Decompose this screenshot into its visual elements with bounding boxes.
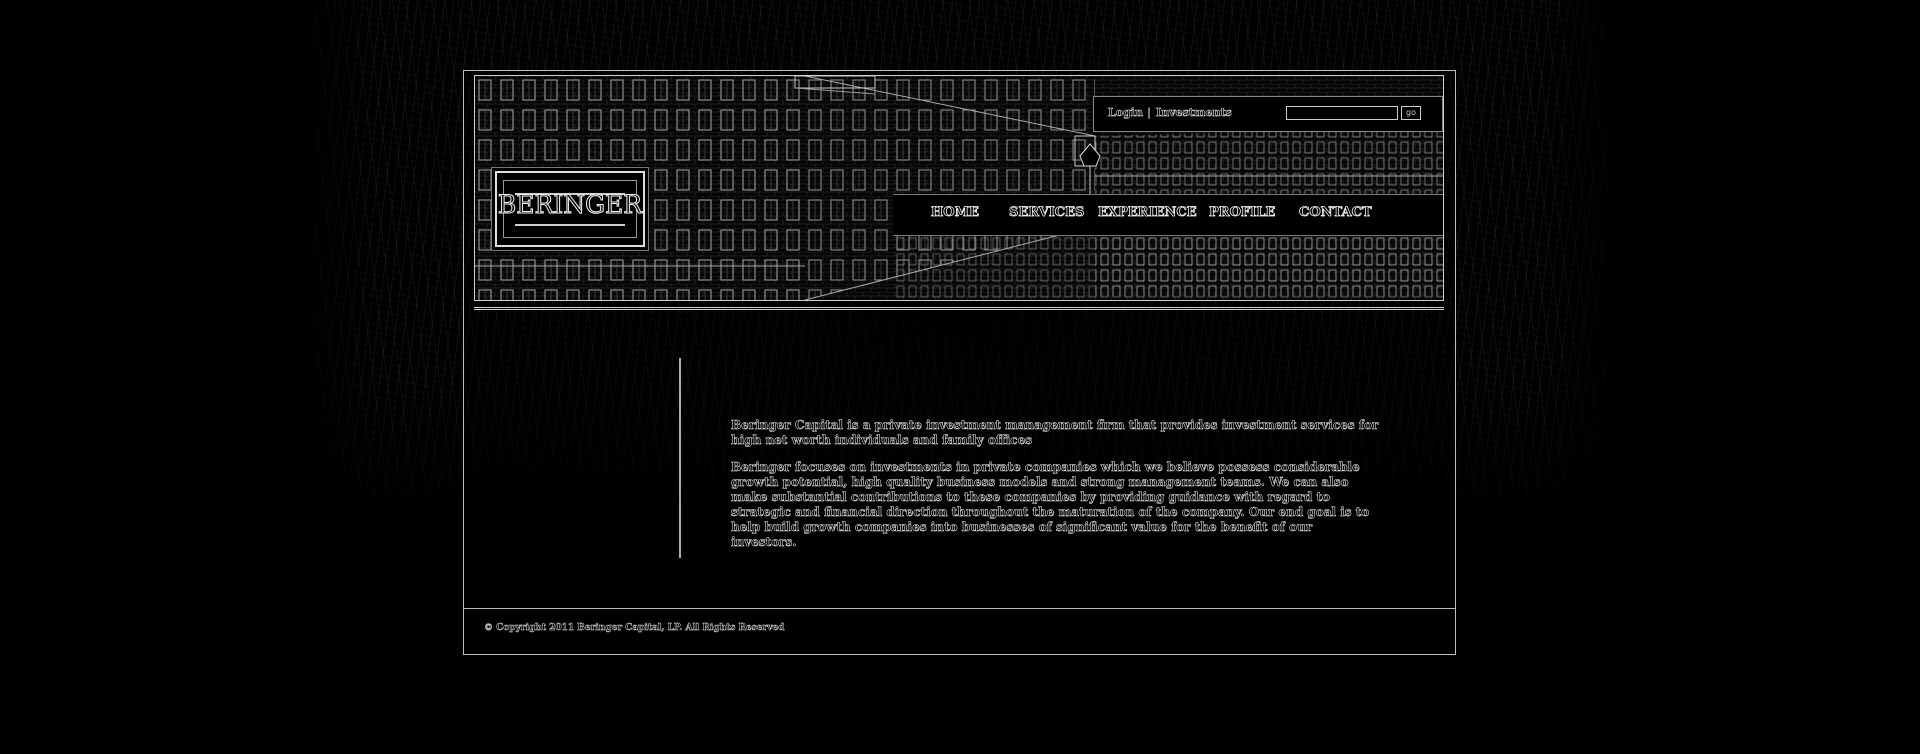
intro-content: Beringer Capital is a private investment… xyxy=(731,418,1381,562)
copyright-text: © Copyright 2011 Beringer Capital, LP. A… xyxy=(484,623,785,633)
login-search-bar: Login | Investments go xyxy=(1093,96,1443,132)
intro-paragraph-1: Beringer Capital is a private investment… xyxy=(731,418,1379,448)
logo-bottom-rule xyxy=(515,224,625,226)
nav-experience[interactable]: EXPERIENCE xyxy=(1098,205,1197,221)
intro-paragraph-2: Beringer focuses on investments in priva… xyxy=(731,460,1370,550)
nav-home[interactable]: HOME xyxy=(931,205,980,221)
nav-contact[interactable]: CONTACT xyxy=(1299,205,1372,221)
logo-wordmark: BERINGER xyxy=(497,190,643,220)
investments-link[interactable]: Investments xyxy=(1156,106,1232,120)
logo[interactable]: BERINGER xyxy=(495,171,645,247)
footer: © Copyright 2011 Beringer Capital, LP. A… xyxy=(464,608,1455,654)
login-link[interactable]: Login xyxy=(1108,106,1144,120)
main-nav: HOME SERVICES EXPERIENCE PROFILE CONTACT xyxy=(893,194,1443,236)
content-vertical-rule xyxy=(679,358,681,558)
nav-profile[interactable]: PROFILE xyxy=(1209,205,1276,221)
header-banner: BERINGER Login | Investments go HOME SER… xyxy=(474,75,1444,301)
nav-services[interactable]: SERVICES xyxy=(1009,205,1085,221)
search-go-button[interactable]: go xyxy=(1401,106,1421,120)
page-frame: BERINGER Login | Investments go HOME SER… xyxy=(463,70,1456,655)
login-separator: | xyxy=(1147,106,1152,119)
search-input[interactable] xyxy=(1286,106,1398,120)
header-divider xyxy=(474,307,1444,310)
